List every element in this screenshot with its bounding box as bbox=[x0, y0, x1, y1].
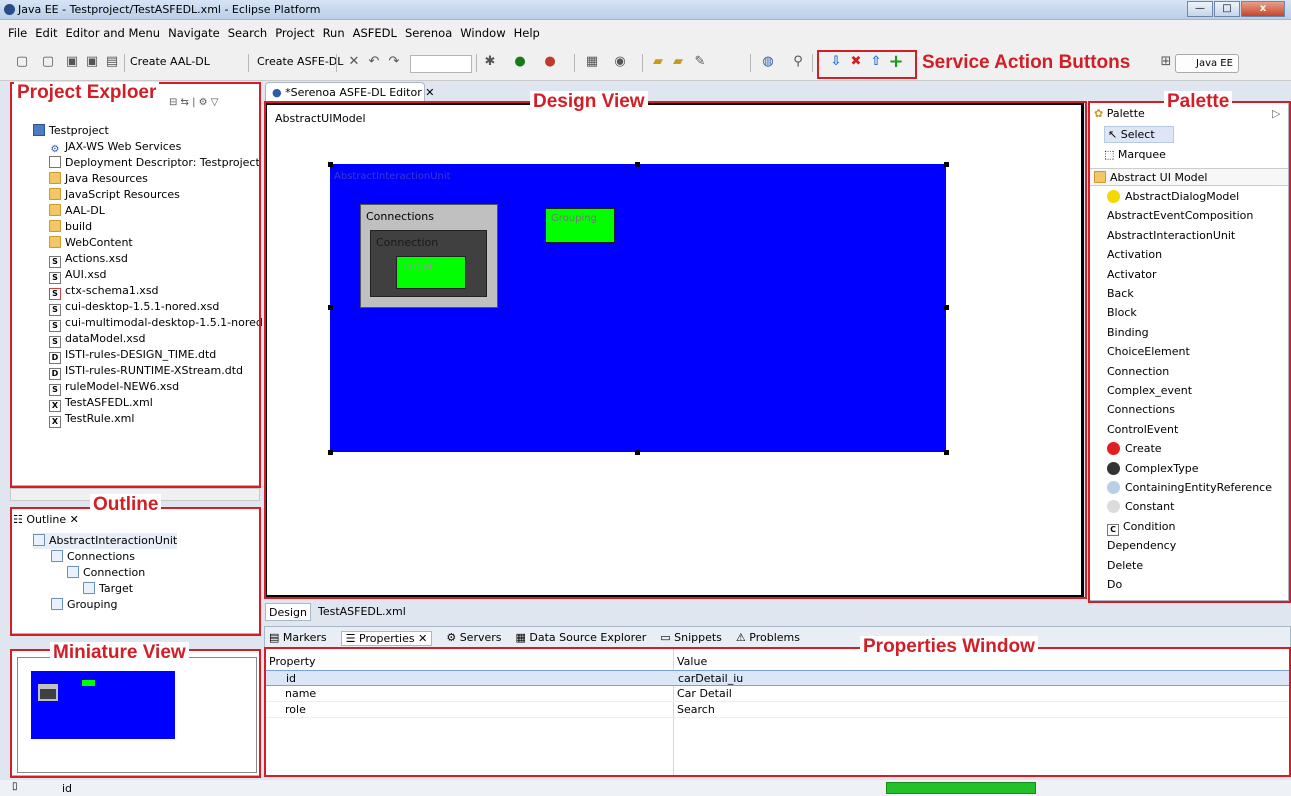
debug-icon[interactable]: ✱ bbox=[482, 54, 498, 70]
properties-tab[interactable]: ☰ Properties ✕ bbox=[340, 631, 433, 646]
snippets-tab[interactable]: ▭ Snippets bbox=[660, 631, 722, 646]
open-resource-icon[interactable]: ▰ bbox=[670, 54, 686, 70]
print-icon[interactable]: ▤ bbox=[104, 54, 120, 70]
save-all-icon[interactable]: ▣ bbox=[84, 54, 100, 70]
design-view-annotation: Design View bbox=[530, 91, 648, 113]
new-dropdown-icon[interactable]: ▢ bbox=[40, 54, 56, 70]
menu-bar: File Edit Editor and Menu Navigate Searc… bbox=[0, 20, 1291, 46]
snippets-icon: ▭ bbox=[660, 631, 675, 644]
servers-tab[interactable]: ⚙ Servers bbox=[446, 631, 501, 646]
menu-help[interactable]: Help bbox=[510, 26, 544, 40]
bottom-tab-bar: ▤ Markers ☰ Properties ✕ ⚙ Servers ▦ Dat… bbox=[264, 626, 1291, 648]
menu-window[interactable]: Window bbox=[456, 26, 509, 40]
menu-navigate[interactable]: Navigate bbox=[164, 26, 224, 40]
menu-edit[interactable]: Edit bbox=[31, 26, 61, 40]
properties-icon: ☰ bbox=[345, 632, 360, 645]
markers-icon: ▤ bbox=[269, 631, 283, 644]
service-action-buttons-annotation: Service Action Buttons bbox=[922, 52, 1131, 73]
save-icon[interactable]: ▣ bbox=[64, 54, 80, 70]
status-bar: ▯ id bbox=[0, 780, 1291, 796]
cut-icon[interactable]: ✕ bbox=[346, 54, 362, 70]
menu-run[interactable]: Run bbox=[319, 26, 349, 40]
close-button[interactable]: x bbox=[1241, 1, 1285, 17]
external-tools-icon[interactable]: ● bbox=[542, 54, 558, 70]
servers-icon: ⚙ bbox=[446, 631, 460, 644]
open-type-icon[interactable]: ▰ bbox=[650, 54, 666, 70]
properties-window-annotation: Properties Window bbox=[860, 636, 1038, 658]
menu-asfedl[interactable]: ASFEDL bbox=[349, 26, 401, 40]
link-icon[interactable]: ⚲ bbox=[790, 54, 806, 70]
design-tab[interactable]: Design bbox=[265, 603, 311, 621]
menu-serenoa[interactable]: Serenoa bbox=[401, 26, 456, 40]
outline-annotation: Outline bbox=[90, 494, 162, 516]
search-icon[interactable]: ✎ bbox=[692, 54, 708, 70]
maximize-button[interactable]: □ bbox=[1214, 1, 1240, 17]
globe-icon[interactable]: ◍ bbox=[760, 54, 776, 70]
status-text: id bbox=[62, 782, 73, 795]
menu-search[interactable]: Search bbox=[224, 26, 272, 40]
menu-file[interactable]: File bbox=[4, 26, 31, 40]
markers-tab[interactable]: ▤ Markers bbox=[269, 631, 327, 646]
new-icon[interactable]: ▢ bbox=[14, 54, 30, 70]
minimize-button[interactable]: — bbox=[1187, 1, 1213, 17]
editor-tab[interactable]: ● *Serenoa ASFE-DL Editor ✕ bbox=[265, 82, 434, 102]
source-tab[interactable]: TestASFEDL.xml bbox=[315, 603, 409, 621]
new-server-icon[interactable]: ▦ bbox=[584, 54, 600, 70]
create-asfe-dl-button[interactable]: Create ASFE-DL bbox=[257, 55, 343, 68]
java-ee-perspective-button[interactable]: Java EE bbox=[1175, 54, 1239, 73]
window-title: Java EE - Testproject/TestASFEDL.xml - E… bbox=[18, 3, 321, 16]
menu-editor-and-menu[interactable]: Editor and Menu bbox=[62, 26, 165, 40]
menu-project[interactable]: Project bbox=[271, 26, 318, 40]
problems-icon: ⚠ bbox=[735, 631, 750, 644]
miniature-view-annotation: Miniature View bbox=[50, 642, 189, 664]
new-class-icon[interactable]: ◉ bbox=[612, 54, 628, 70]
eclipse-app-icon bbox=[4, 4, 15, 15]
create-aal-dl-button[interactable]: Create AAL-DL bbox=[130, 55, 210, 68]
database-icon: ▦ bbox=[515, 631, 530, 644]
progress-bar bbox=[886, 782, 1036, 794]
window-title-bar: Java EE - Testproject/TestASFEDL.xml - E… bbox=[0, 0, 1291, 20]
editor-icon: ● bbox=[272, 86, 286, 99]
run-icon[interactable]: ● bbox=[512, 54, 528, 70]
data-source-explorer-tab[interactable]: ▦ Data Source Explorer bbox=[516, 631, 647, 646]
project-explorer-annotation: Project Exploer bbox=[14, 82, 160, 104]
palette-annotation: Palette bbox=[1164, 91, 1233, 113]
redo-icon[interactable]: ↷ bbox=[386, 54, 402, 70]
open-perspective-icon[interactable]: ⊞ bbox=[1158, 54, 1174, 70]
zoom-combo[interactable] bbox=[410, 55, 472, 73]
problems-tab[interactable]: ⚠ Problems bbox=[736, 631, 800, 646]
status-icon: ▯ bbox=[12, 781, 18, 792]
undo-icon[interactable]: ↶ bbox=[366, 54, 382, 70]
